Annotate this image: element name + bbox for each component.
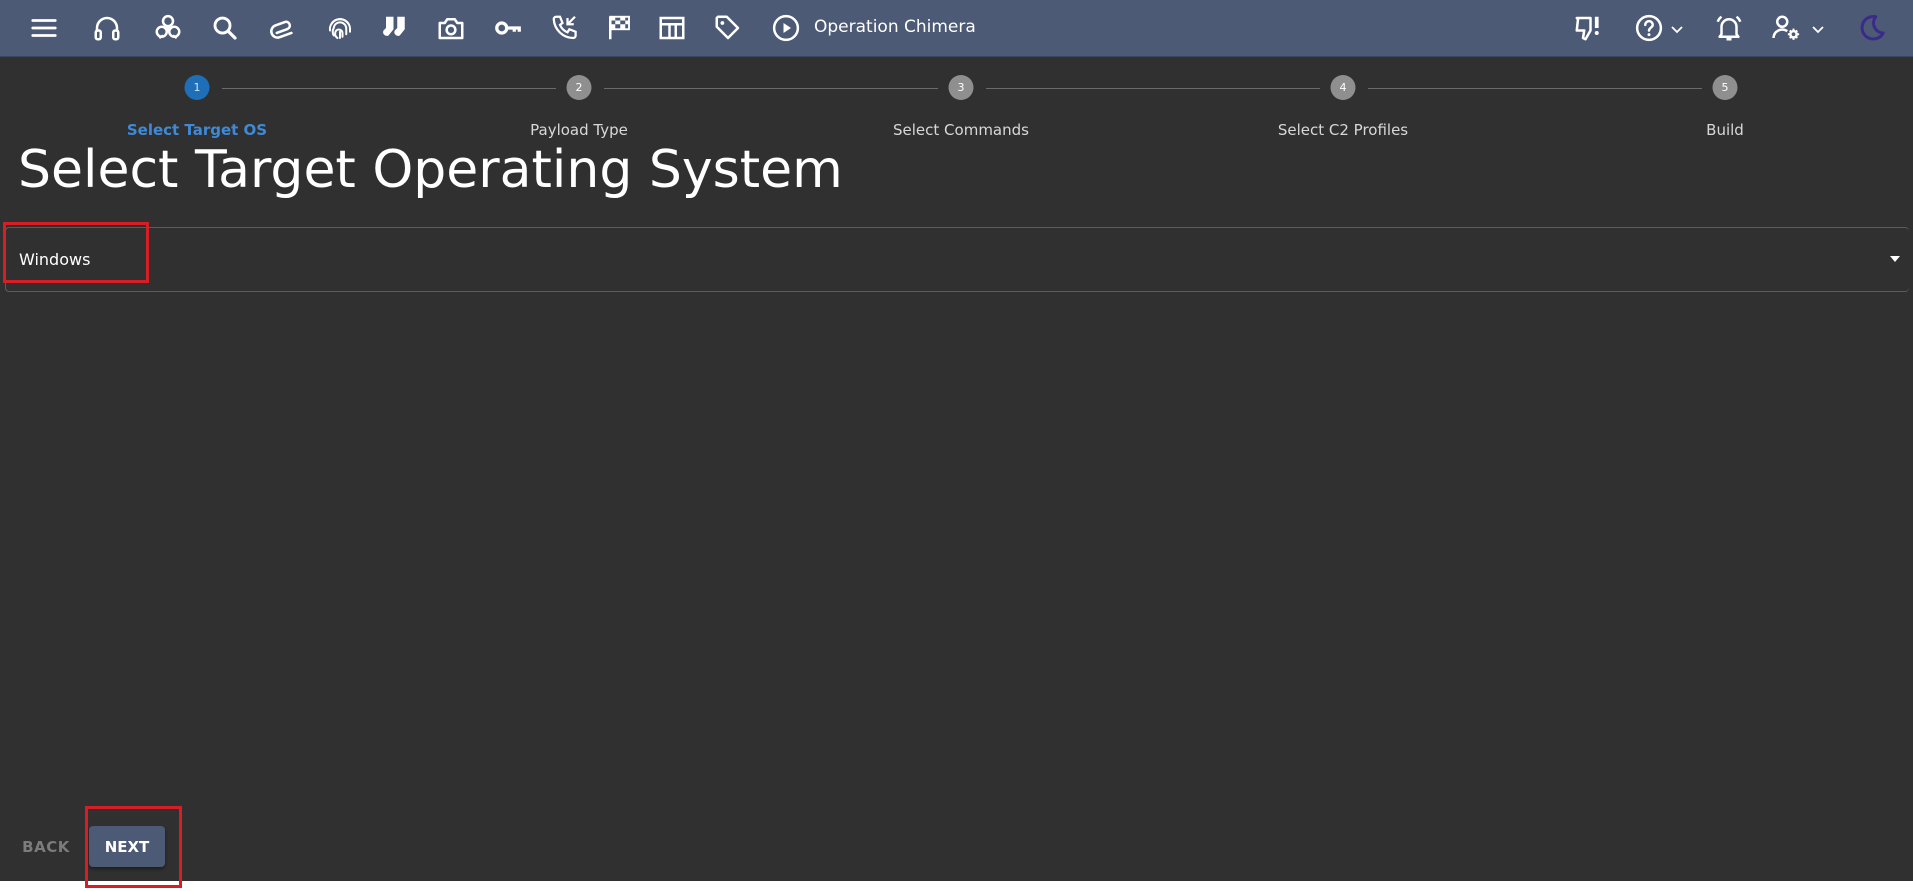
tag-icon[interactable] [708, 8, 748, 48]
user-settings-icon[interactable] [1766, 8, 1806, 48]
search-icon[interactable] [205, 8, 245, 48]
thumb-down-alert-icon[interactable] [1568, 8, 1608, 48]
play-circle-icon[interactable] [766, 8, 806, 48]
next-button[interactable]: NEXT [89, 826, 165, 867]
step-connector [986, 88, 1320, 89]
checkered-flag-icon[interactable] [599, 8, 639, 48]
socks-icon[interactable] [376, 8, 416, 48]
step-3-label: Select Commands [893, 121, 1029, 139]
alarm-bell-icon[interactable] [1709, 8, 1749, 48]
paperclip-icon[interactable] [263, 8, 303, 48]
selected-os-value: Windows [19, 250, 91, 269]
step-1-label: Select Target OS [126, 121, 268, 139]
operation-name[interactable]: Operation Chimera [814, 17, 976, 37]
table-icon[interactable] [652, 8, 692, 48]
back-button[interactable]: BACK [20, 833, 72, 861]
app-root: Operation Chimera 1 2 3 4 5 Select Targe… [0, 0, 1913, 888]
step-connector [604, 88, 938, 89]
step-connector [222, 88, 556, 89]
step-4-indicator: 4 [1330, 75, 1356, 100]
chevron-down-icon[interactable] [1812, 25, 1824, 35]
top-app-bar: Operation Chimera [0, 0, 1913, 57]
step-2-indicator: 2 [566, 75, 592, 100]
step-3-indicator: 3 [948, 75, 974, 100]
fingerprint-icon[interactable] [320, 8, 360, 48]
step-5-label: Build [1706, 121, 1744, 139]
camera-icon[interactable] [431, 8, 471, 48]
dropdown-arrow-icon[interactable] [1889, 255, 1901, 263]
moon-icon[interactable] [1852, 8, 1892, 48]
target-os-select[interactable]: Windows [5, 227, 1909, 292]
phone-callback-icon[interactable] [545, 8, 585, 48]
key-icon[interactable] [488, 8, 528, 48]
step-2-label: Payload Type [530, 121, 628, 139]
step-5-indicator: 5 [1712, 75, 1738, 100]
page-title: Select Target Operating System [18, 140, 843, 200]
headphones-icon[interactable] [87, 8, 127, 48]
chevron-down-icon[interactable] [1671, 25, 1683, 35]
biohazard-icon[interactable] [148, 8, 188, 48]
step-connector [1368, 88, 1702, 89]
step-4-label: Select C2 Profiles [1277, 121, 1409, 139]
step-1-indicator: 1 [184, 75, 210, 100]
menu-icon[interactable] [24, 8, 64, 48]
help-icon[interactable] [1629, 8, 1669, 48]
